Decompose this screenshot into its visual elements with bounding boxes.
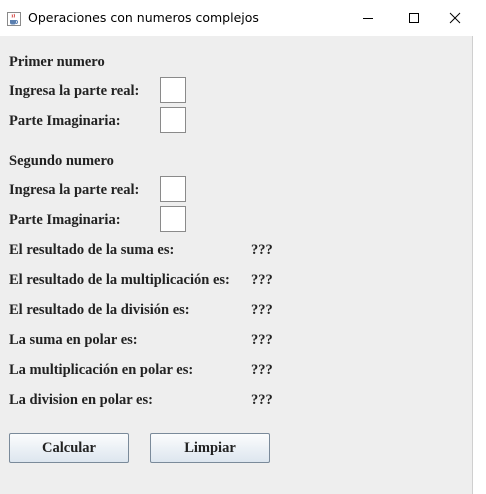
second-real-input[interactable]	[160, 176, 186, 202]
multiplication-result-label: El resultado de la multiplicación es:	[9, 272, 230, 288]
polar-division-value: ???	[251, 392, 273, 408]
java-cup-icon	[7, 12, 21, 26]
clear-button[interactable]: Limpiar	[150, 433, 270, 463]
first-real-input[interactable]	[160, 77, 186, 103]
polar-division-label: La division en polar es:	[9, 392, 153, 408]
second-imaginary-label: Parte Imaginaria:	[9, 212, 121, 228]
polar-multiplication-label: La multiplicación en polar es:	[9, 362, 194, 378]
app-window: Operaciones con numeros complejos Primer…	[0, 0, 473, 494]
second-number-heading: Segundo numero	[9, 153, 114, 169]
first-imaginary-input[interactable]	[160, 107, 186, 133]
maximize-icon	[409, 13, 419, 23]
window-title: Operaciones con numeros complejos	[28, 10, 259, 25]
minimize-button[interactable]	[345, 0, 391, 36]
division-result-label: El resultado de la división es:	[9, 302, 190, 318]
close-button[interactable]	[437, 0, 473, 36]
polar-sum-value: ???	[251, 332, 273, 348]
first-number-heading: Primer numero	[9, 54, 105, 70]
multiplication-result-value: ???	[251, 272, 273, 288]
title-bar[interactable]: Operaciones con numeros complejos	[0, 0, 473, 36]
calculate-button[interactable]: Calcular	[9, 433, 129, 463]
polar-sum-label: La suma en polar es:	[9, 332, 138, 348]
minimize-icon	[363, 18, 373, 19]
division-result-value: ???	[251, 302, 273, 318]
sum-result-value: ???	[251, 242, 273, 258]
close-icon	[449, 12, 461, 24]
second-real-label: Ingresa la parte real:	[9, 182, 140, 198]
sum-result-label: El resultado de la suma es:	[9, 242, 175, 258]
second-imaginary-input[interactable]	[160, 206, 186, 232]
polar-multiplication-value: ???	[251, 362, 273, 378]
first-real-label: Ingresa la parte real:	[9, 83, 140, 99]
first-imaginary-label: Parte Imaginaria:	[9, 113, 121, 129]
maximize-button[interactable]	[391, 0, 437, 36]
